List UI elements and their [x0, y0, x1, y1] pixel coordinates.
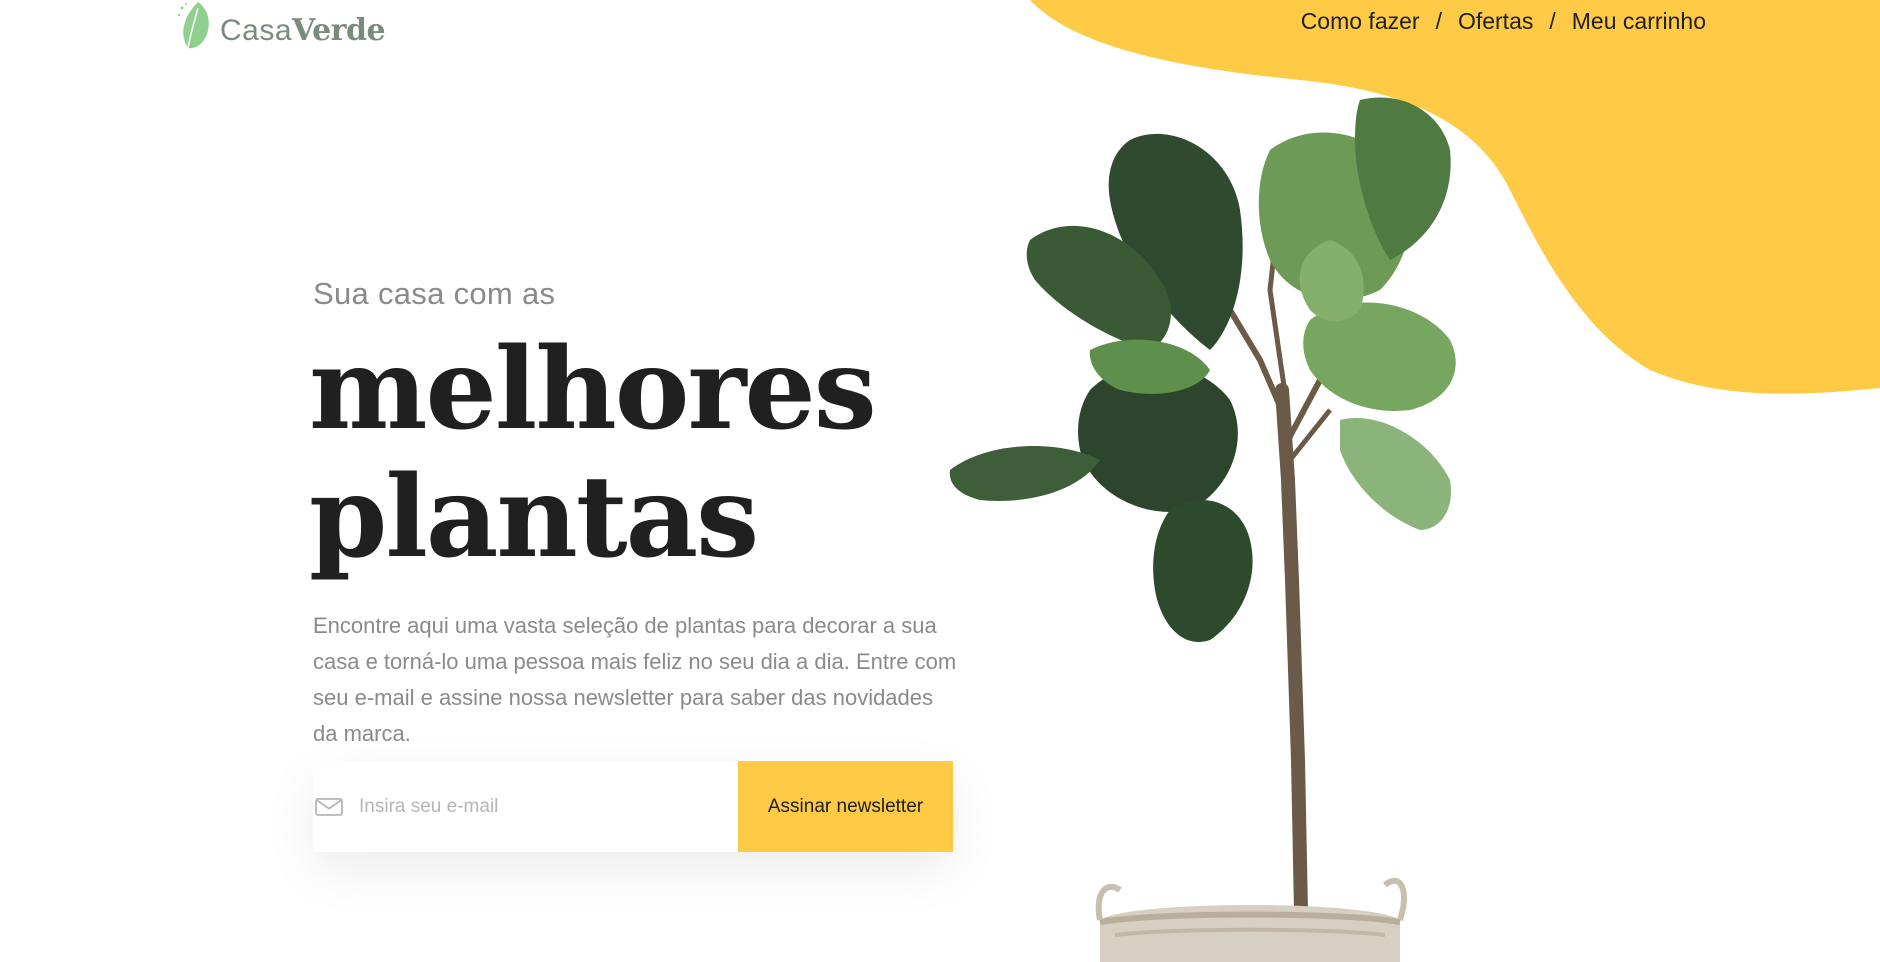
newsletter-form: Assinar newsletter [313, 761, 953, 852]
brand-logo[interactable]: CasaVerde [176, 0, 386, 50]
subscribe-newsletter-button[interactable]: Assinar newsletter [738, 761, 953, 852]
mail-icon [315, 797, 343, 816]
brand-name-verde: Verde [292, 13, 386, 48]
nav-link-ofertas[interactable]: Ofertas [1458, 8, 1533, 35]
main-nav: Como fazer / Ofertas / Meu carrinho [1301, 8, 1706, 35]
plant-in-basket-image [949, 97, 1456, 962]
hero-title: melhores plantas [309, 326, 963, 582]
page: CasaVerde Como fazer / Ofertas / Meu car… [0, 0, 1880, 962]
nav-link-meu-carrinho[interactable]: Meu carrinho [1572, 8, 1706, 35]
brand-name: CasaVerde [220, 13, 386, 50]
hero-subtitle: Sua casa com as [313, 276, 556, 311]
leaf-icon [177, 2, 209, 49]
hero-section: Sua casa com as melhores plantas Encontr… [309, 276, 963, 752]
brand-name-casa: Casa [220, 14, 293, 47]
hero-title-line2: plantas [309, 452, 759, 583]
email-field-wrapper[interactable] [313, 761, 738, 852]
hero-title-line1: melhores [309, 324, 877, 455]
hero-description: Encontre aqui uma vasta seleção de plant… [313, 613, 957, 746]
nav-separator: / [1435, 8, 1442, 34]
nav-link-como-fazer[interactable]: Como fazer [1301, 8, 1420, 35]
email-input[interactable] [357, 794, 701, 819]
nav-separator: / [1549, 8, 1556, 34]
